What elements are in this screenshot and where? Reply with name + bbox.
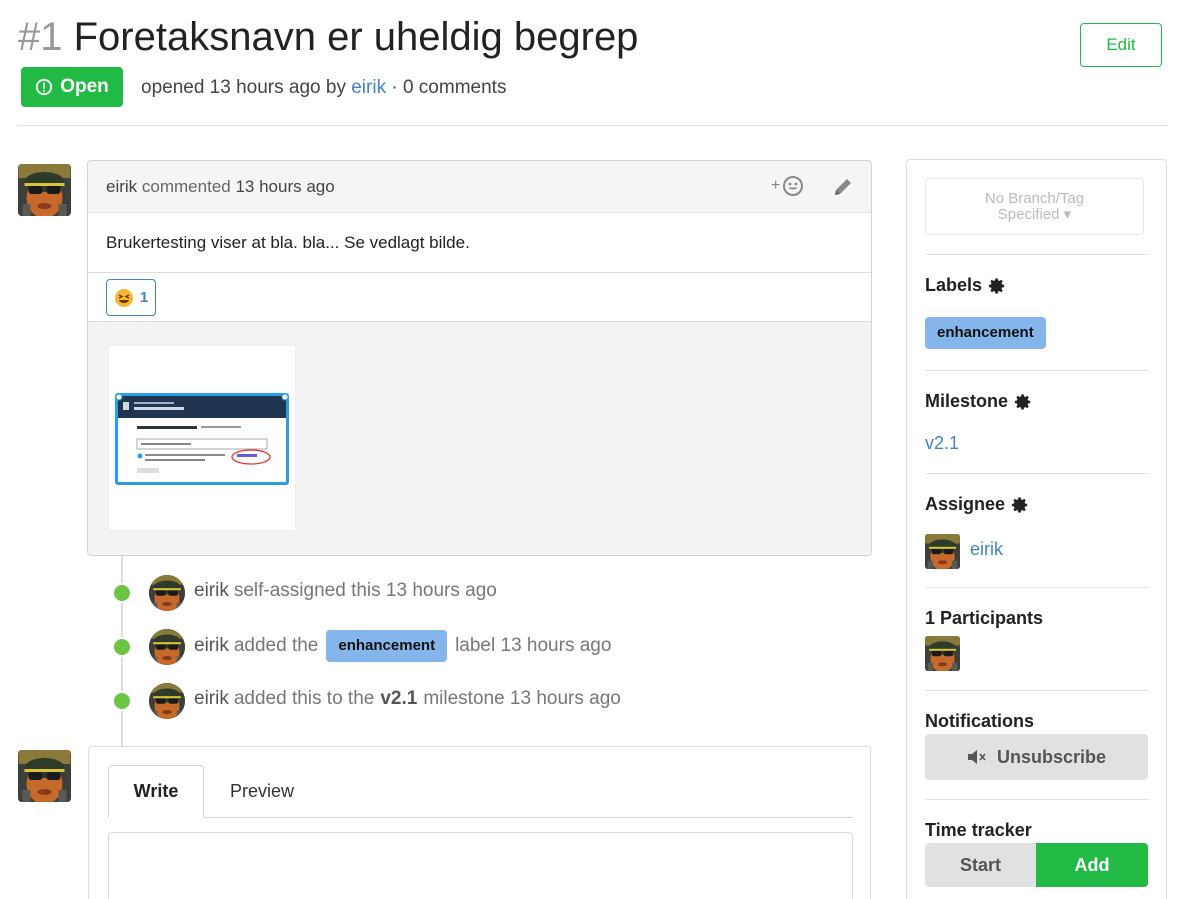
meta-comments: · 0 comments [391, 77, 507, 98]
branch-line-1: No Branch/Tag [984, 190, 1085, 207]
user-avatar-image [925, 636, 960, 671]
user-avatar-image [149, 575, 185, 611]
gear-icon[interactable] [1011, 496, 1029, 514]
milestone-heading: Milestone [925, 391, 1032, 412]
labels-heading: Labels [925, 275, 1006, 296]
edit-button[interactable]: Edit [1080, 23, 1162, 67]
issue-number: #1 [18, 15, 63, 59]
divider [925, 799, 1149, 800]
status-label: Open [60, 76, 109, 97]
user-avatar-image [18, 164, 71, 216]
label-badge[interactable]: enhancement [925, 317, 1046, 349]
pencil-icon[interactable] [832, 176, 854, 198]
avatar[interactable] [149, 629, 185, 665]
notifications-heading: Notifications [925, 711, 1035, 731]
gear-icon[interactable] [988, 277, 1006, 295]
comment-text: Brukertesting viser at bla. bla... Se ve… [106, 233, 470, 252]
issue-sidebar: No Branch/Tag Specified ▾ Labels enhance… [906, 159, 1167, 899]
avatar[interactable] [925, 534, 960, 569]
issue-comment: eirik commented 13 hours ago + Brukertes… [87, 160, 872, 556]
meta-opened: opened 13 hours ago by [141, 77, 346, 98]
unsubscribe-button[interactable]: Unsubscribe [925, 734, 1148, 780]
event-text: eirik added this to the v2.1 milestone 1… [194, 688, 621, 710]
comment-body: Brukertesting viser at bla. bla... Se ve… [88, 213, 871, 273]
participants-heading: 1 Participants [925, 608, 1044, 628]
reaction-laugh-button[interactable]: 1 [106, 279, 156, 316]
user-avatar-image [149, 629, 185, 665]
mute-icon [967, 750, 986, 764]
avatar[interactable] [18, 164, 71, 216]
avatar[interactable] [925, 636, 960, 671]
event-user[interactable]: eirik [194, 635, 229, 657]
event-description-suffix: milestone 13 hours ago [423, 688, 621, 709]
event-user[interactable]: eirik [194, 688, 229, 710]
timeline-dot [112, 583, 132, 603]
alert-circle-icon [36, 78, 53, 96]
page-title: #1 Foretaksnavn er uheldig begrep [18, 14, 638, 60]
event-text: eirik added the enhancement label 13 hou… [194, 630, 611, 662]
comment-header: eirik commented 13 hours ago + [88, 161, 871, 213]
status-badge: Open [21, 67, 123, 107]
avatar[interactable] [18, 750, 71, 802]
reaction-count: 1 [139, 289, 149, 306]
smiley-icon [783, 176, 804, 196]
user-avatar-image [925, 534, 960, 569]
event-user[interactable]: eirik [194, 580, 229, 602]
user-avatar-image [149, 683, 185, 719]
divider [925, 587, 1149, 588]
divider [925, 370, 1149, 371]
unsubscribe-label: Unsubscribe [996, 746, 1107, 767]
tab-preview[interactable]: Preview [212, 765, 312, 818]
laughing-emoji-icon [114, 288, 133, 307]
event-description: self-assigned this 13 hours ago [233, 580, 497, 601]
event-description-suffix: label 13 hours ago [455, 635, 612, 656]
add-reaction-button[interactable]: + [771, 175, 804, 197]
divider [925, 473, 1149, 474]
issue-title: Foretaksnavn er uheldig begrep [73, 15, 639, 59]
divider [925, 690, 1149, 691]
add-time-button[interactable]: Add [1036, 843, 1148, 887]
comment-editor: Write Preview [88, 746, 871, 899]
tab-write[interactable]: Write [108, 765, 204, 818]
assignee-heading: Assignee [925, 494, 1029, 515]
event-text: eirik self-assigned this 13 hours ago [194, 580, 497, 602]
meta-author-link[interactable]: eirik [351, 77, 386, 98]
plus-icon: + [771, 177, 781, 194]
comment-author-line: eirik commented 13 hours ago [106, 177, 335, 197]
comment-textarea[interactable] [108, 832, 853, 899]
user-avatar-image [18, 750, 71, 802]
caret-down-icon: ▾ [1063, 206, 1072, 223]
avatar[interactable] [149, 575, 185, 611]
attachment-thumbnail[interactable] [108, 345, 296, 531]
branch-line-2: Specified ▾ [997, 206, 1072, 223]
avatar[interactable] [149, 683, 185, 719]
start-timer-button[interactable]: Start [925, 843, 1036, 887]
time-tracker-heading: Time tracker [925, 820, 1032, 840]
divider [925, 254, 1149, 255]
comment-action: commented [141, 177, 231, 196]
timeline-dot [112, 637, 132, 657]
comment-time: 13 hours ago [235, 177, 335, 196]
milestone-link[interactable]: v2.1 [380, 688, 417, 710]
timeline-dot [112, 691, 132, 711]
comment-author[interactable]: eirik [106, 177, 137, 196]
issue-meta: opened 13 hours ago by eirik · 0 comment… [141, 77, 506, 99]
editor-tabs: Write Preview [108, 765, 853, 818]
label-badge[interactable]: enhancement [326, 630, 448, 662]
assignee-link[interactable]: eirik [970, 539, 1003, 560]
branch-tag-selector[interactable]: No Branch/Tag Specified ▾ [925, 178, 1144, 235]
screenshot-thumbnail-image [115, 393, 289, 485]
issue-header: #1 Foretaksnavn er uheldig begrep Open o… [18, 0, 1167, 126]
reactions-bar: 1 [88, 273, 871, 322]
event-description: added this to the [233, 688, 375, 709]
milestone-link[interactable]: v2.1 [925, 433, 959, 454]
event-description: added the [233, 635, 319, 656]
gear-icon[interactable] [1014, 393, 1032, 411]
